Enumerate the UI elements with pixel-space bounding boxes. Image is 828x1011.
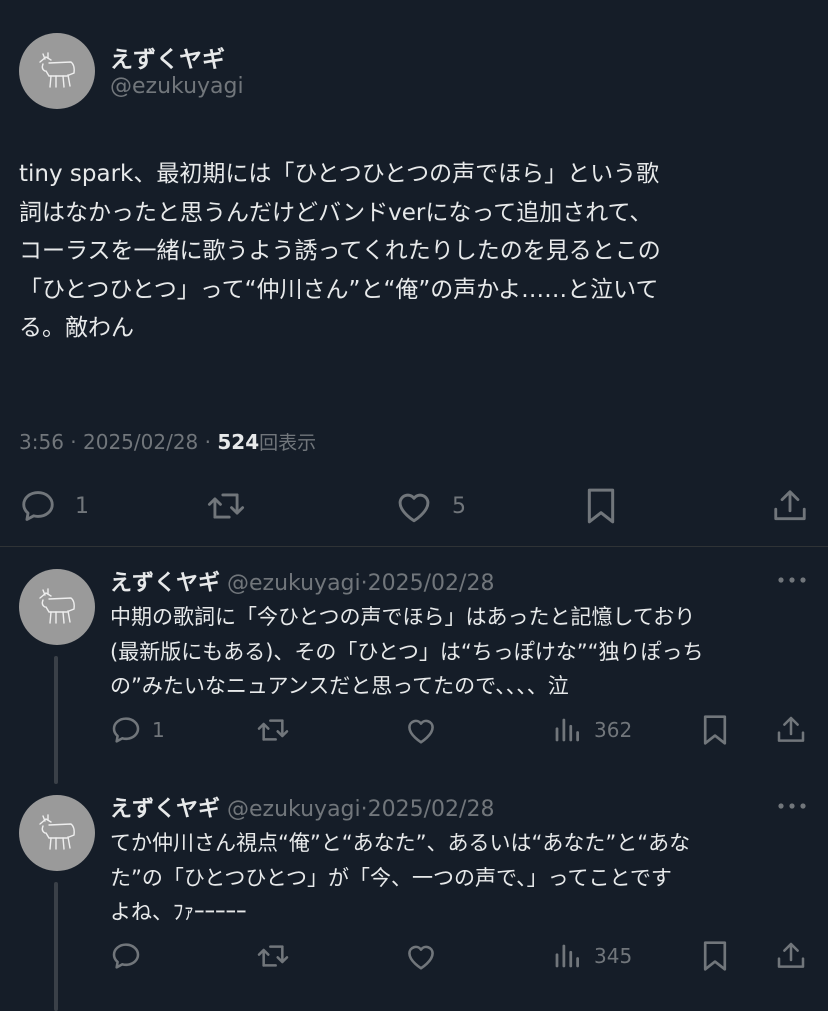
reply-text: 中期の歌詞に「今ひとつの声でほら」はあったと記憶しており (最新版にもある)、そ…	[110, 605, 704, 698]
retweet-button[interactable]	[255, 714, 291, 746]
meta-sep: ·	[70, 430, 77, 454]
reply-icon	[22, 491, 54, 521]
retweet-button[interactable]	[255, 940, 291, 972]
reply-author-name[interactable]: えずくヤギ	[110, 797, 220, 822]
reply-header: えずくヤギ @ezukuyagi·2025/02/28	[110, 791, 494, 823]
reply-button[interactable]	[110, 714, 142, 746]
tweet-time[interactable]: 3:56	[19, 430, 64, 454]
retweet-icon	[207, 493, 245, 519]
thread-line	[54, 882, 58, 1011]
reply-text: てか仲川さん視点“俺”と“あなた”、あるいは“あなた”と“あな た”の「ひとつひ…	[110, 831, 691, 924]
views-button[interactable]	[552, 940, 582, 972]
retweet-icon	[257, 945, 289, 967]
reply-avatar[interactable]	[19, 569, 95, 645]
tweet-text: tiny spark、最初期には「ひとつひとつの声でほら」という歌 詞はなかった…	[19, 161, 661, 341]
more-button[interactable]	[776, 796, 808, 816]
reply-button[interactable]	[110, 940, 142, 972]
like-icon	[408, 719, 434, 744]
like-button[interactable]	[394, 488, 434, 524]
views-icon	[555, 944, 579, 968]
reply-count: 1	[152, 718, 165, 742]
share-button[interactable]	[771, 486, 809, 526]
author-avatar[interactable]	[19, 33, 95, 109]
bookmark-icon	[703, 715, 727, 745]
like-icon	[398, 493, 430, 523]
reply-button[interactable]	[19, 487, 57, 525]
bookmark-icon	[587, 488, 615, 524]
reply-count: 1	[75, 494, 89, 519]
reply-author-name[interactable]: えずくヤギ	[110, 571, 220, 596]
like-icon	[408, 945, 434, 970]
goat-avatar	[39, 588, 75, 624]
view-label: 回表示	[259, 432, 317, 454]
share-button[interactable]	[775, 713, 807, 747]
more-icon	[778, 803, 806, 809]
share-icon	[777, 942, 805, 968]
divider	[0, 546, 828, 547]
tweet-meta: 3:56 · 2025/02/28 · 524回表示	[19, 428, 316, 455]
reply-date[interactable]: 2025/02/28	[368, 797, 495, 822]
author-handle[interactable]: @ezukuyagi	[110, 74, 244, 99]
reply-author-handle[interactable]: @ezukuyagi	[227, 571, 361, 596]
views-button[interactable]	[552, 714, 582, 746]
goat-avatar	[39, 52, 75, 88]
thread-line	[54, 656, 58, 784]
reply-icon	[112, 717, 140, 743]
view-count: 345	[594, 944, 633, 968]
share-icon	[774, 490, 806, 521]
meta-sep: ·	[360, 797, 368, 822]
like-button[interactable]	[404, 941, 438, 971]
retweet-icon	[257, 719, 289, 741]
share-icon	[777, 716, 805, 742]
bookmark-icon	[703, 941, 727, 971]
view-count: 362	[594, 718, 633, 742]
like-count: 5	[452, 494, 466, 519]
bookmark-button[interactable]	[584, 486, 618, 526]
bookmark-button[interactable]	[701, 939, 729, 973]
meta-sep: ·	[204, 430, 211, 454]
views-icon	[555, 718, 579, 742]
meta-sep: ·	[360, 571, 368, 596]
bookmark-button[interactable]	[701, 713, 729, 747]
more-icon	[778, 577, 806, 583]
retweet-button[interactable]	[205, 487, 247, 525]
share-button[interactable]	[775, 939, 807, 973]
reply-author-handle[interactable]: @ezukuyagi	[227, 797, 361, 822]
reply-header: えずくヤギ @ezukuyagi·2025/02/28	[110, 565, 494, 597]
reply-date[interactable]: 2025/02/28	[368, 571, 495, 596]
reply-icon	[112, 943, 140, 969]
tweet-date[interactable]: 2025/02/28	[83, 430, 198, 454]
more-button[interactable]	[776, 570, 808, 590]
like-button[interactable]	[404, 715, 438, 745]
view-count: 524	[217, 430, 260, 454]
author-name[interactable]: えずくヤギ	[110, 40, 225, 74]
goat-avatar	[39, 814, 75, 850]
reply-avatar[interactable]	[19, 795, 95, 871]
